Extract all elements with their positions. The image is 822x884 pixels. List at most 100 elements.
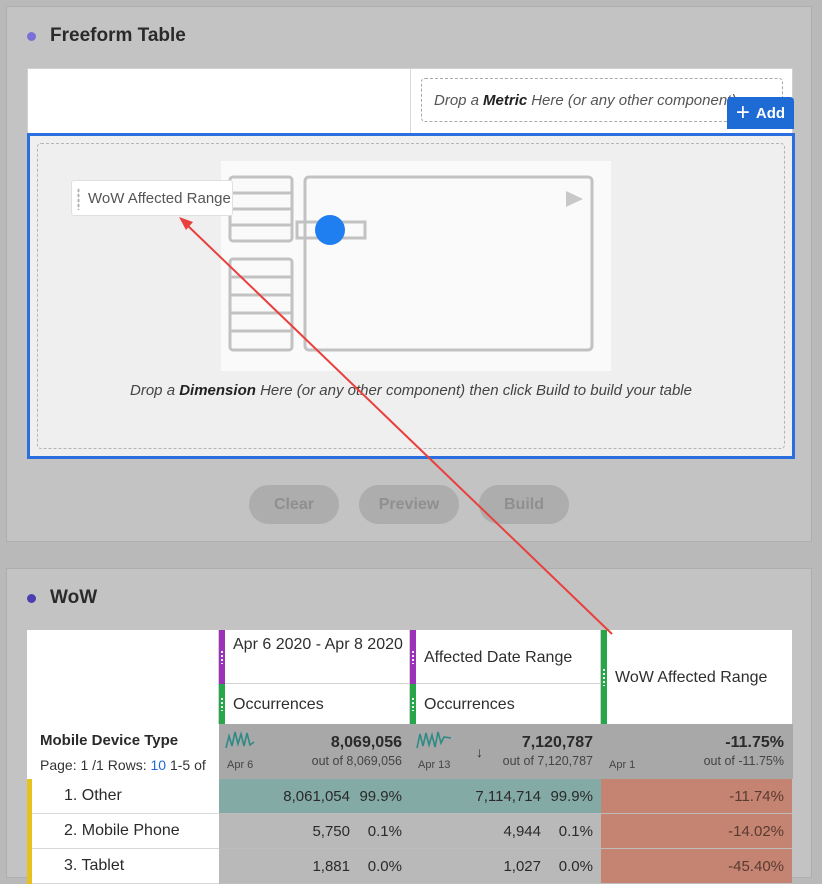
cell-value: -45.40% (728, 858, 784, 875)
add-button[interactable]: + Add (727, 97, 794, 129)
sparkline-icon (607, 728, 637, 752)
total-out-of: out of -11.75% (703, 754, 784, 768)
table-row[interactable]: 2. Mobile Phone 5,750 0.1% 4,944 0.1% -1… (27, 814, 793, 849)
freeform-panel: Freeform Table Drop a Metric Here (or an… (6, 6, 812, 542)
rows-label: Rows: (107, 757, 147, 773)
drag-handle-icon[interactable] (602, 668, 606, 686)
summary-cell-3: Apr 1 -11.75% out of -11.75% (601, 724, 792, 779)
builder-buttons: Clear Preview Build (249, 485, 569, 524)
drop-text: Here (or any other component) then click… (260, 382, 692, 399)
panel-dot-icon (27, 593, 36, 603)
table-cell: 7,114,714 99.9% (410, 779, 601, 814)
cell-value: -14.02% (728, 823, 784, 840)
total-value: -11.75% (725, 734, 784, 751)
table-cell: 1,027 0.0% (410, 849, 601, 884)
drop-text: Drop a (130, 382, 176, 399)
column-header-label: Apr 6 2020 - Apr 8 2020 (233, 636, 403, 653)
sparkline-icon (416, 731, 452, 749)
sparkline-date: Apr 1 (609, 759, 636, 771)
column-header-label: Affected Date Range (424, 649, 573, 666)
freeform-panel-header: Freeform Table (27, 25, 186, 47)
table-illustration (221, 161, 611, 371)
dimension-label: Mobile Device Type (40, 732, 179, 749)
preview-button[interactable]: Preview (359, 485, 459, 524)
drag-handle-icon[interactable] (220, 650, 224, 664)
metric-label: Occurrences (233, 696, 324, 713)
table-cell: 1,881 0.0% (219, 849, 410, 884)
drop-text-strong: Metric (483, 91, 528, 109)
sparkline-date: Apr 13 (418, 759, 451, 771)
summary-cell-1: Apr 6 8,069,056 out of 8,069,056 (219, 724, 410, 779)
panel-title: WoW (50, 587, 98, 608)
cell-value: 7,114,714 (475, 788, 541, 805)
plus-icon: + (735, 99, 750, 126)
row-label: 3. Tablet (64, 857, 125, 874)
summary-cell-2: ↓ Apr 13 7,120,787 out of 7,120,787 (410, 724, 601, 779)
table-row[interactable]: 3. Tablet 1,881 0.0% 1,027 0.0% -45.40% (27, 849, 793, 884)
sort-descending-icon[interactable]: ↓ (476, 744, 483, 760)
drag-handle-icon[interactable] (411, 697, 415, 711)
row-label-cell[interactable]: 2. Mobile Phone (27, 814, 219, 849)
row-label: 2. Mobile Phone (64, 822, 180, 839)
add-button-label: Add (755, 104, 786, 122)
panel-title: Freeform Table (50, 25, 186, 46)
row-color-bar (27, 779, 32, 814)
drag-handle-icon[interactable] (77, 188, 80, 210)
table-cell: 8,061,054 99.9% (219, 779, 410, 814)
table-cell: -11.74% (601, 779, 792, 814)
cell-percent: 0.1% (367, 823, 402, 840)
cell-value: -11.74% (729, 788, 784, 805)
sparkline-date: Apr 6 (227, 759, 254, 771)
table-cell: -45.40% (601, 849, 792, 884)
cell-value: 1,027 (503, 858, 541, 875)
drop-text: Drop a (434, 91, 480, 109)
row-color-bar (27, 849, 32, 884)
summary-row: Mobile Device Type Page: 1 /1 Rows: 10 1… (27, 724, 793, 779)
column-header-3[interactable]: WoW Affected Range (601, 630, 792, 724)
column-header-2[interactable]: Affected Date Range Occurrences (410, 630, 601, 724)
table-row[interactable]: 1. Other 8,061,054 99.9% 7,114,714 99.9%… (27, 779, 793, 814)
cell-percent: 0.0% (367, 858, 402, 875)
total-out-of: out of 7,120,787 (502, 754, 593, 768)
dimension-chip[interactable]: WoW Affected Range (71, 180, 233, 216)
total-value: 8,069,056 (330, 734, 402, 751)
drop-text-strong: Dimension (179, 382, 256, 399)
table-cell: -14.02% (601, 814, 792, 849)
build-button[interactable]: Build (479, 485, 569, 524)
drag-handle-icon[interactable] (411, 650, 415, 664)
cell-value: 5,750 (312, 823, 350, 840)
row-label-cell[interactable]: 3. Tablet (27, 849, 219, 884)
cell-percent: 99.9% (550, 788, 593, 805)
wow-panel: WoW Apr 6 2020 - Apr 8 2020 Occurrences … (6, 568, 812, 884)
column-header-label: WoW Affected Range (615, 669, 768, 686)
pagination: Page: 1 /1 Rows: 10 1-5 of (40, 757, 206, 773)
row-color-bar (27, 814, 32, 849)
drag-handle-icon[interactable] (220, 697, 224, 711)
table-illustration-icon (228, 175, 594, 352)
cell-percent: 0.1% (558, 823, 593, 840)
panel-dot-icon (27, 31, 36, 41)
metric-drop-area: Drop a Metric Here (or any other compone… (27, 68, 793, 135)
total-out-of: out of 8,069,056 (311, 754, 402, 768)
rows-per-page-select[interactable]: 10 (151, 757, 167, 773)
cell-value: 4,944 (503, 823, 541, 840)
table-cell: 5,750 0.1% (219, 814, 410, 849)
cell-percent: 0.0% (558, 858, 593, 875)
dimension-drop-text: Drop a Dimension Here (or any other comp… (38, 382, 784, 399)
row-range: 1-5 of (169, 757, 206, 773)
dimension-header: Mobile Device Type Page: 1 /1 Rows: 10 1… (27, 724, 219, 779)
column-header-1[interactable]: Apr 6 2020 - Apr 8 2020 Occurrences (219, 630, 410, 724)
page-indicator: Page: 1 /1 (40, 757, 104, 773)
cell-value: 8,061,054 (283, 788, 350, 805)
wow-panel-header: WoW (27, 587, 97, 609)
dimension-chip-label: WoW Affected Range (88, 189, 231, 207)
dimension-drop-area[interactable]: WoW Affected Range Drop a Dimension Here… (27, 133, 795, 459)
table-cell: 4,944 0.1% (410, 814, 601, 849)
sparkline-icon (225, 730, 255, 749)
clear-button[interactable]: Clear (249, 485, 339, 524)
dimension-drop-zone[interactable]: WoW Affected Range Drop a Dimension Here… (37, 143, 785, 449)
total-value: 7,120,787 (521, 734, 593, 751)
row-label-cell[interactable]: 1. Other (27, 779, 219, 814)
metric-label: Occurrences (424, 696, 515, 713)
drop-text: Here (or any other component) (531, 91, 737, 109)
